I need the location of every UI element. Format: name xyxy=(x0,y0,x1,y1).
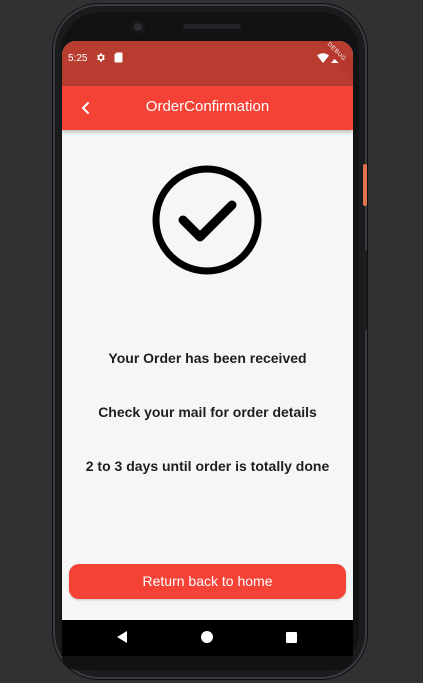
nav-recent-icon[interactable] xyxy=(286,632,297,643)
page-title: OrderConfirmation xyxy=(145,98,270,115)
volume-rocker[interactable] xyxy=(363,250,367,330)
nav-home-icon[interactable] xyxy=(201,631,213,643)
order-received-text: Your Order has been received xyxy=(108,350,307,366)
nav-back-icon[interactable] xyxy=(115,630,129,644)
gear-icon xyxy=(97,53,105,62)
sd-card-icon xyxy=(114,52,123,63)
phone-chin xyxy=(62,656,353,670)
earpiece-speaker xyxy=(183,24,241,29)
status-time: 5:25 xyxy=(68,53,88,64)
navigation-bar xyxy=(62,620,353,656)
app-bar: OrderConfirmation xyxy=(62,86,353,130)
check-circle-icon xyxy=(152,165,262,275)
power-button[interactable] xyxy=(363,164,367,206)
delivery-estimate-text: 2 to 3 days until order is totally done xyxy=(85,458,330,474)
status-bar: 5:25 xyxy=(62,41,353,86)
check-mail-text: Check your mail for order details xyxy=(98,404,317,420)
wifi-icon xyxy=(317,53,329,63)
front-camera xyxy=(131,20,145,34)
app-screen: 5:25 DEBUG OrderConfirmation Your Order … xyxy=(62,41,353,620)
return-home-button[interactable]: Return back to home xyxy=(69,564,346,599)
